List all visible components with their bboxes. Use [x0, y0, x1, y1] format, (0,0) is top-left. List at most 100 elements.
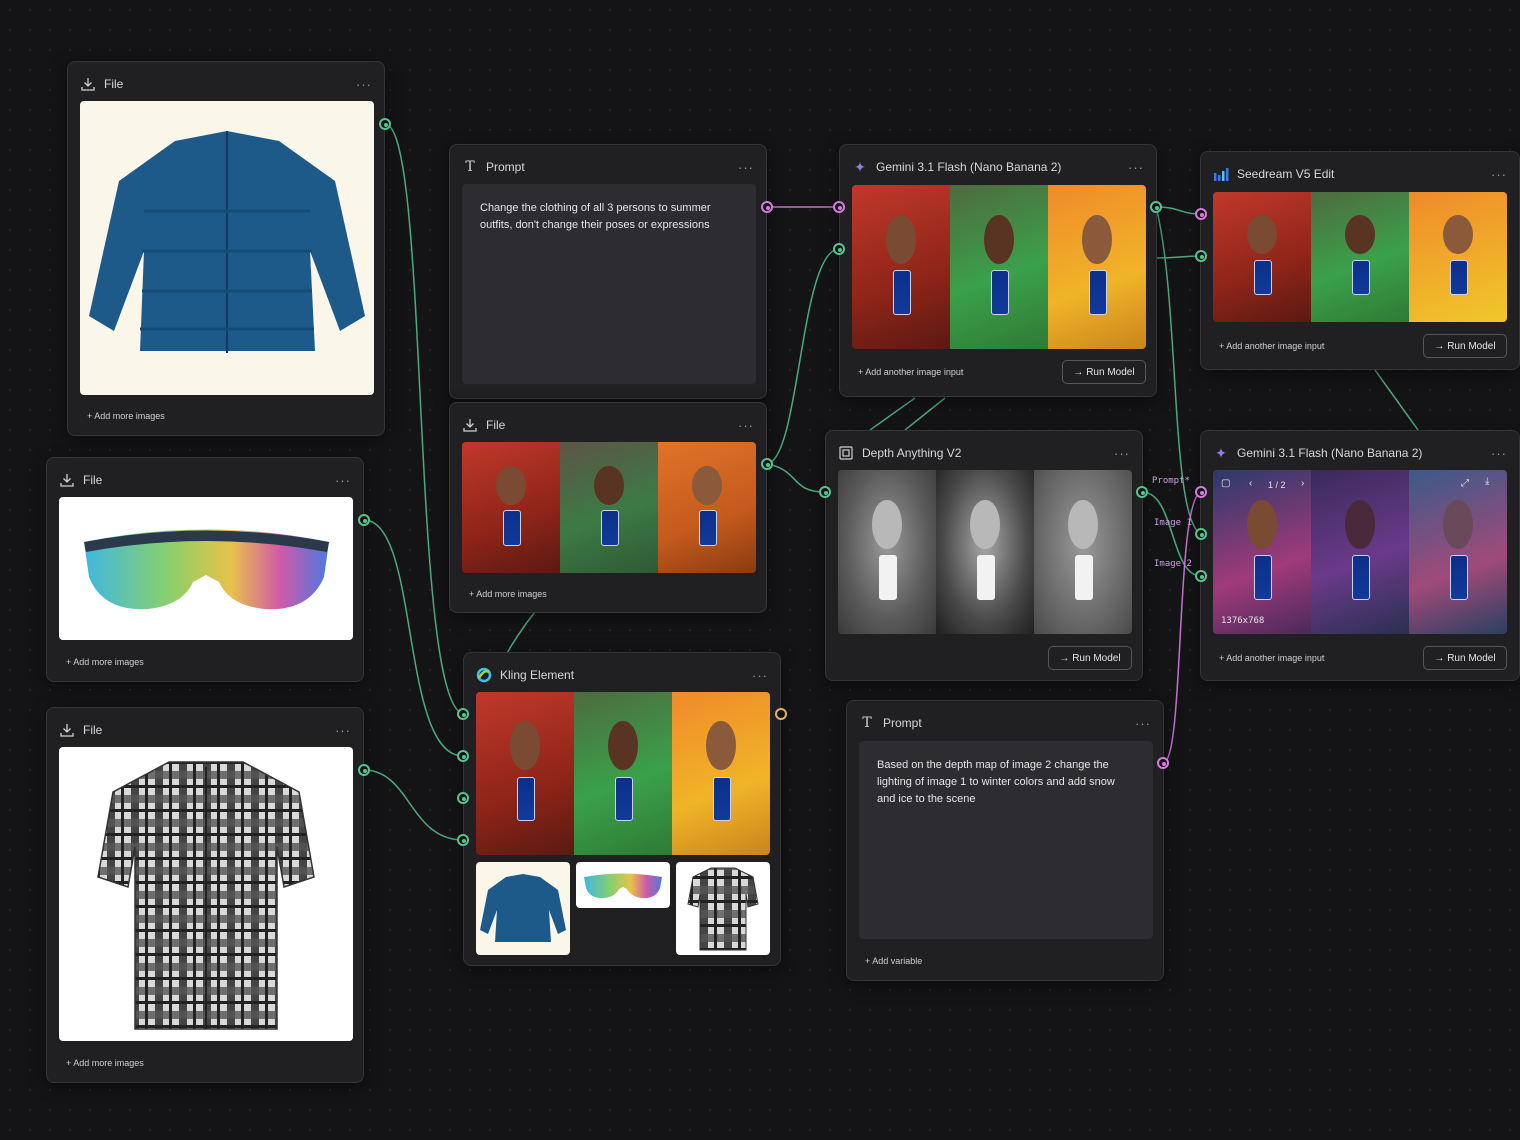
- kling-input-port-1[interactable]: [457, 708, 469, 720]
- shirt-image: [59, 747, 353, 1041]
- image-pager: 1 / 2: [1268, 480, 1286, 490]
- depth-anything-node[interactable]: Depth Anything V2 ··· → Run Model: [825, 430, 1143, 681]
- more-menu-icon[interactable]: ···: [1114, 446, 1130, 461]
- expand-icon[interactable]: ⤢: [1461, 478, 1469, 489]
- wire-misc-1: [869, 397, 916, 431]
- add-image-input-link[interactable]: + Add another image input: [1219, 653, 1324, 663]
- sparkle-icon: ✦: [1215, 444, 1227, 461]
- kling-main-image: [476, 692, 770, 855]
- run-model-button[interactable]: → Run Model: [1048, 646, 1132, 670]
- gemini-node-2[interactable]: ✦ Gemini 3.1 Flash (Nano Banana 2) ··· ▢…: [1200, 430, 1520, 681]
- file-node-people[interactable]: File ··· + Add more images: [449, 402, 767, 613]
- file-node-shirt[interactable]: File ··· + Add more images: [46, 707, 364, 1083]
- gemini-node-1[interactable]: ✦ Gemini 3.1 Flash (Nano Banana 2) ··· +…: [839, 144, 1157, 397]
- kling-thumb-sunglasses[interactable]: [576, 862, 670, 908]
- resolution-label: 1376x768: [1221, 616, 1265, 626]
- more-menu-icon[interactable]: ···: [1135, 716, 1151, 731]
- node-title: Depth Anything V2: [862, 446, 962, 460]
- kling-input-port-2[interactable]: [457, 750, 469, 762]
- node-title: Kling Element: [500, 668, 575, 682]
- more-menu-icon[interactable]: ···: [1128, 160, 1144, 175]
- arrow-right-icon: →: [1434, 340, 1448, 352]
- prompt-node-summer[interactable]: T Prompt ··· Change the clothing of all …: [449, 144, 767, 399]
- prompt-textarea[interactable]: Change the clothing of all 3 persons to …: [462, 184, 756, 384]
- shirt-output-port[interactable]: [358, 764, 370, 776]
- more-menu-icon[interactable]: ···: [335, 723, 351, 738]
- depth-input-port[interactable]: [819, 486, 831, 498]
- more-menu-icon[interactable]: ···: [752, 668, 768, 683]
- seedream-image-port[interactable]: [1195, 250, 1207, 262]
- bar-chart-icon: [1213, 166, 1229, 182]
- add-image-input-label: Add another image input: [1226, 653, 1325, 663]
- wire-shirt-to-kling: [363, 769, 464, 841]
- download-icon: [80, 76, 96, 92]
- node-title: Prompt: [883, 716, 922, 730]
- text-icon: T: [465, 159, 475, 175]
- kling-element-node[interactable]: Kling Element ···: [463, 652, 781, 966]
- node-title: Gemini 3.1 Flash (Nano Banana 2): [1237, 446, 1423, 460]
- wire-file-to-depth: [766, 463, 826, 493]
- add-variable-link[interactable]: + Add variable: [865, 956, 922, 966]
- kling-thumb-jacket[interactable]: [476, 862, 570, 955]
- port-label-image-2: Image 2: [1154, 559, 1192, 569]
- prompt-2-output-port[interactable]: [1157, 757, 1169, 769]
- kling-output-port[interactable]: [775, 708, 787, 720]
- more-menu-icon[interactable]: ···: [1491, 167, 1507, 182]
- prompt-textarea[interactable]: Based on the depth map of image 2 change…: [859, 741, 1153, 939]
- add-more-images-link[interactable]: + Add more images: [66, 657, 144, 667]
- sunglasses-output-port[interactable]: [358, 514, 370, 526]
- file-node-jacket[interactable]: File ··· + Add more images: [67, 61, 385, 436]
- gemini-2-image-2-port[interactable]: [1195, 570, 1207, 582]
- gemini-2-prompt-port[interactable]: [1195, 486, 1207, 498]
- prompt-1-output-port[interactable]: [761, 201, 773, 213]
- more-menu-icon[interactable]: ···: [356, 77, 372, 92]
- add-image-input-link[interactable]: + Add another image input: [1219, 341, 1324, 351]
- download-icon[interactable]: ⤓: [1485, 476, 1489, 487]
- node-title: Prompt: [486, 160, 525, 174]
- jacket-output-port[interactable]: [379, 118, 391, 130]
- gemini-1-prompt-port[interactable]: [833, 201, 845, 213]
- add-more-images-link[interactable]: + Add more images: [66, 1058, 144, 1068]
- run-model-button[interactable]: → Run Model: [1423, 646, 1507, 670]
- kling-thumb-shirt[interactable]: [676, 862, 770, 955]
- prompt-node-winter[interactable]: T Prompt ··· Based on the depth map of i…: [846, 700, 1164, 981]
- port-label-prompt: Prompt*: [1152, 476, 1190, 486]
- node-title: Gemini 3.1 Flash (Nano Banana 2): [876, 160, 1062, 174]
- node-title: File: [486, 418, 506, 432]
- file-node-sunglasses[interactable]: File ··· + Add more images: [46, 457, 364, 682]
- kling-input-port-3[interactable]: [457, 792, 469, 804]
- seedream-output-image: [1213, 192, 1507, 322]
- gemini-2-output-image: ▢ ‹ 1 / 2 › ⤢ ⤓ 1376x768: [1213, 470, 1507, 634]
- more-menu-icon[interactable]: ···: [1491, 446, 1507, 461]
- download-icon: [462, 417, 478, 433]
- wire-misc-2: [904, 397, 946, 431]
- arrow-right-icon: →: [1073, 366, 1087, 378]
- node-title: File: [104, 77, 124, 91]
- node-title: File: [83, 723, 103, 737]
- add-image-input-link[interactable]: + Add another image input: [858, 367, 963, 377]
- add-more-images-link[interactable]: + Add more images: [469, 589, 547, 599]
- arrow-right-icon: →: [1434, 652, 1448, 664]
- kling-input-port-4[interactable]: [457, 834, 469, 846]
- download-icon: [59, 722, 75, 738]
- chevron-left-icon[interactable]: ‹: [1249, 478, 1252, 489]
- run-model-label: Run Model: [1447, 340, 1496, 352]
- gemini-1-image-port[interactable]: [833, 243, 845, 255]
- run-model-button[interactable]: → Run Model: [1062, 360, 1146, 384]
- gemini-1-output-port[interactable]: [1150, 201, 1162, 213]
- chevron-right-icon[interactable]: ›: [1301, 478, 1304, 489]
- add-more-images-link[interactable]: + Add more images: [87, 411, 165, 421]
- seedream-node[interactable]: Seedream V5 Edit ··· + Add another image…: [1200, 151, 1520, 370]
- people-output-port[interactable]: [761, 458, 773, 470]
- depth-output-port[interactable]: [1136, 486, 1148, 498]
- sparkle-icon: ✦: [854, 158, 866, 175]
- run-model-button[interactable]: → Run Model: [1423, 334, 1507, 358]
- seedream-prompt-port[interactable]: [1195, 208, 1207, 220]
- more-menu-icon[interactable]: ···: [738, 160, 754, 175]
- select-square-icon[interactable]: ▢: [1221, 478, 1230, 489]
- more-menu-icon[interactable]: ···: [335, 473, 351, 488]
- depth-map-image: [838, 470, 1132, 634]
- download-icon: [59, 472, 75, 488]
- gemini-2-image-1-port[interactable]: [1195, 528, 1207, 540]
- more-menu-icon[interactable]: ···: [738, 418, 754, 433]
